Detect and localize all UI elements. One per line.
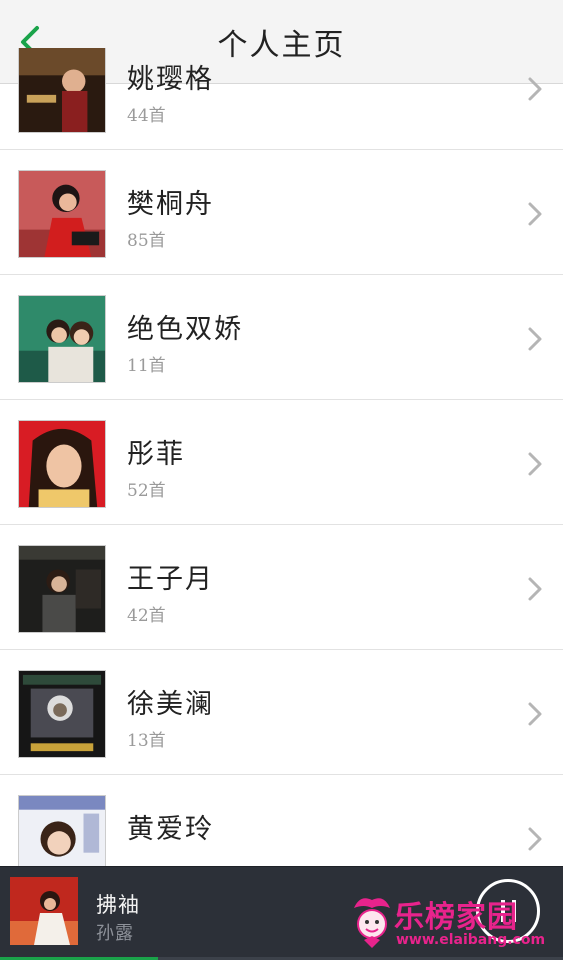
now-playing-bar[interactable]: 拂袖 孙露 [0,866,563,960]
artist-list[interactable]: 姚璎格 44首 樊桐舟 85首 绝色双娇 11首 彤菲 52首 王子月 42首 … [0,48,563,866]
now-playing-cover[interactable] [10,877,78,945]
artist-name: 徐美澜 [127,689,214,720]
song-count: 52首 [127,481,166,501]
artist-name: 黄爱玲 [127,814,214,845]
album-cover [18,170,106,258]
chevron-right-icon [528,702,542,726]
now-playing-title: 拂袖 [96,893,140,917]
pause-icon [500,900,505,922]
album-cover [18,48,106,133]
chevron-right-icon [528,452,542,476]
pause-icon-bar [511,900,516,922]
artist-name: 彤菲 [127,439,185,470]
list-item[interactable]: 樊桐舟 85首 [0,150,563,275]
album-cover [18,545,106,633]
now-playing-artist: 孙露 [96,923,134,944]
album-cover [18,420,106,508]
song-count: 44首 [127,106,166,126]
artist-name: 樊桐舟 [127,189,214,220]
artist-name: 绝色双娇 [127,314,243,345]
list-item[interactable]: 王子月 42首 [0,525,563,650]
chevron-right-icon [528,202,542,226]
song-count: 11首 [127,356,166,376]
song-count: 85首 [127,231,166,251]
song-count: 42首 [127,606,166,626]
list-item[interactable]: 彤菲 52首 [0,400,563,525]
artist-name: 姚璎格 [127,64,214,95]
pause-button[interactable] [476,879,540,943]
chevron-right-icon [528,77,542,101]
artist-name: 王子月 [127,564,214,595]
album-cover [18,795,106,866]
album-cover [18,670,106,758]
album-cover [18,295,106,383]
list-item[interactable]: 徐美澜 13首 [0,650,563,775]
list-item[interactable]: 绝色双娇 11首 [0,275,563,400]
chevron-right-icon [528,827,542,851]
list-item[interactable]: 姚璎格 44首 [0,48,563,150]
list-item[interactable]: 黄爱玲 [0,775,563,866]
chevron-right-icon [528,327,542,351]
chevron-right-icon [528,577,542,601]
song-count: 13首 [127,731,166,751]
